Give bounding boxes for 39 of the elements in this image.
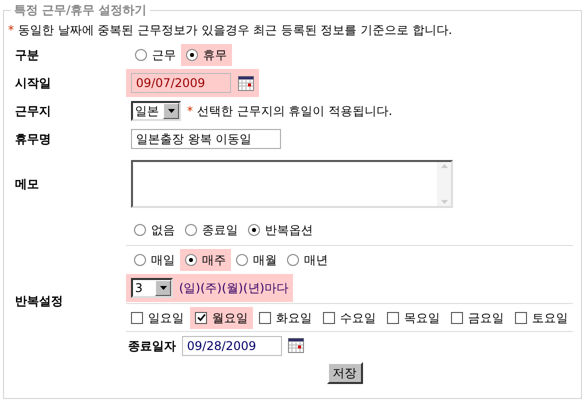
panel-title: 특정 근무/휴무 설정하기 — [13, 2, 148, 19]
checkbox-option[interactable]: 화요일 — [254, 306, 317, 328]
field-label: 휴무명 — [14, 131, 52, 148]
save-button[interactable]: 저장 — [326, 362, 362, 384]
radio-option[interactable]: 매일 — [129, 248, 180, 270]
field-label: 근무지 — [14, 103, 52, 120]
location-note: * 선택한 근무지의 휴일이 적용됩니다. — [187, 103, 392, 120]
checkbox-option[interactable]: 토요일 — [510, 306, 573, 328]
field-label: 시작일 — [14, 75, 52, 92]
holiday-name-field[interactable]: 일본출장 왕복 이동일 — [131, 129, 281, 149]
radio-option[interactable]: 매주 — [180, 248, 231, 270]
checkbox-option[interactable]: 금요일 — [446, 306, 509, 328]
notice-text: * 동일한 날짜에 중복된 근무정보가 있을경우 최근 등록된 정보를 기준으로 합니다. — [8, 22, 454, 39]
field-label: 메모 — [14, 176, 40, 193]
checkbox-option[interactable]: 수요일 — [318, 306, 381, 328]
field-label: 반복설정 — [14, 293, 64, 310]
calendar-icon[interactable] — [288, 338, 304, 353]
field-label: 종료일자 — [128, 338, 176, 354]
memo-field[interactable] — [131, 160, 453, 208]
radio-option[interactable]: 휴무 — [181, 44, 232, 66]
calendar-icon[interactable] — [238, 76, 254, 90]
date-field[interactable]: 09/07/2009 — [131, 73, 231, 93]
radio-option[interactable]: 반복옵션 — [243, 219, 318, 241]
dropdown[interactable]: 3 — [131, 278, 173, 298]
radio-option[interactable]: 종료일 — [180, 219, 243, 241]
caret-icon — [168, 109, 174, 113]
caret-icon — [160, 286, 166, 290]
checkbox-option[interactable]: 월요일 — [190, 306, 253, 328]
radio-option[interactable]: 없음 — [129, 219, 180, 241]
radio-option[interactable]: 매년 — [282, 248, 333, 270]
radio-option[interactable]: 매월 — [231, 248, 282, 270]
checkbox-option[interactable]: 일요일 — [126, 306, 189, 328]
field-label: 구분 — [14, 47, 40, 64]
checkbox-option[interactable]: 목요일 — [382, 306, 445, 328]
radio-option[interactable]: 근무 — [130, 44, 181, 66]
repeat-interval-text: (일)(주)(월)(년)마다 — [179, 280, 288, 297]
checkmark-icon — [196, 313, 206, 322]
date-field[interactable]: 09/28/2009 — [182, 336, 282, 356]
dropdown[interactable]: 일본 — [131, 101, 181, 121]
